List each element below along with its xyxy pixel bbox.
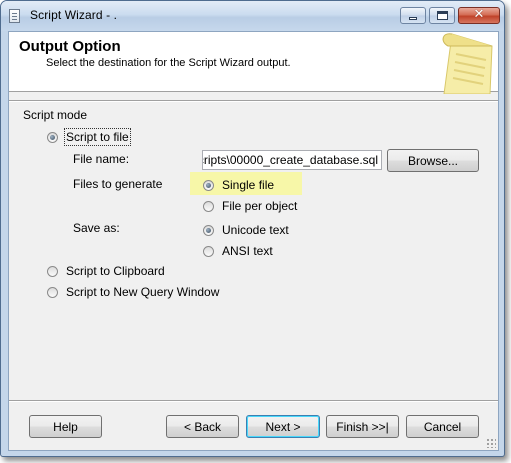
minimize-button[interactable] — [400, 7, 426, 24]
close-icon: ✕ — [473, 7, 485, 22]
page-subtitle: Select the destination for the Script Wi… — [46, 57, 291, 69]
document-icon — [9, 9, 20, 23]
window-title: Script Wizard - . — [30, 8, 118, 22]
radio-checked-icon — [203, 179, 214, 191]
title-bar[interactable]: Script Wizard - . ✕ — [1, 1, 504, 31]
radio-unchecked-icon — [203, 245, 214, 257]
script-to-file-label: Script to file — [64, 128, 131, 146]
script-to-new-query-window-label: Script to New Query Window — [66, 285, 220, 299]
file-name-value: Scripts\00000_create_database.sql — [202, 153, 378, 167]
file-per-object-radio[interactable]: File per object — [203, 199, 297, 213]
ansi-text-radio[interactable]: ANSI text — [203, 244, 273, 258]
script-wizard-window: Script Wizard - . ✕ Output Option Select… — [0, 0, 505, 457]
save-as-label: Save as: — [73, 221, 120, 235]
single-file-label: Single file — [222, 178, 275, 192]
radio-checked-icon — [203, 224, 214, 236]
scroll-icon — [442, 33, 493, 94]
resize-grip-icon[interactable] — [486, 438, 496, 448]
files-to-generate-label: Files to generate — [73, 177, 163, 191]
help-button[interactable]: Help — [29, 415, 102, 438]
page-title: Output Option — [19, 38, 121, 55]
cancel-button[interactable]: Cancel — [406, 415, 479, 438]
group-separator — [9, 100, 498, 102]
next-button[interactable]: Next > — [246, 415, 320, 438]
file-name-label: File name: — [73, 152, 130, 166]
radio-unchecked-icon — [203, 200, 214, 212]
script-to-clipboard-radio[interactable]: Script to Clipboard — [47, 264, 165, 278]
unicode-text-radio[interactable]: Unicode text — [203, 223, 289, 237]
single-file-radio[interactable]: Single file — [203, 178, 274, 192]
file-name-input[interactable]: Scripts\00000_create_database.sql — [202, 150, 382, 170]
radio-unchecked-icon — [47, 265, 58, 277]
minimize-icon — [409, 17, 417, 20]
script-to-new-query-window-radio[interactable]: Script to New Query Window — [47, 285, 219, 299]
script-to-clipboard-label: Script to Clipboard — [66, 264, 165, 278]
script-to-file-radio[interactable]: Script to file — [47, 128, 131, 146]
unicode-text-label: Unicode text — [222, 223, 289, 237]
maximize-icon — [437, 11, 448, 20]
wizard-header: Output Option Select the destination for… — [9, 32, 498, 94]
wizard-body: Output Option Select the destination for… — [8, 31, 499, 451]
script-mode-label: Script mode — [23, 108, 88, 122]
ansi-text-label: ANSI text — [222, 244, 273, 258]
back-button[interactable]: < Back — [166, 415, 239, 438]
radio-checked-icon — [47, 131, 58, 143]
footer-separator — [9, 400, 498, 402]
maximize-button[interactable] — [429, 7, 455, 24]
radio-unchecked-icon — [47, 286, 58, 298]
browse-button[interactable]: Browse... — [387, 149, 479, 172]
finish-button[interactable]: Finish >>| — [326, 415, 399, 438]
file-per-object-label: File per object — [222, 199, 298, 213]
close-button[interactable]: ✕ — [458, 7, 500, 24]
